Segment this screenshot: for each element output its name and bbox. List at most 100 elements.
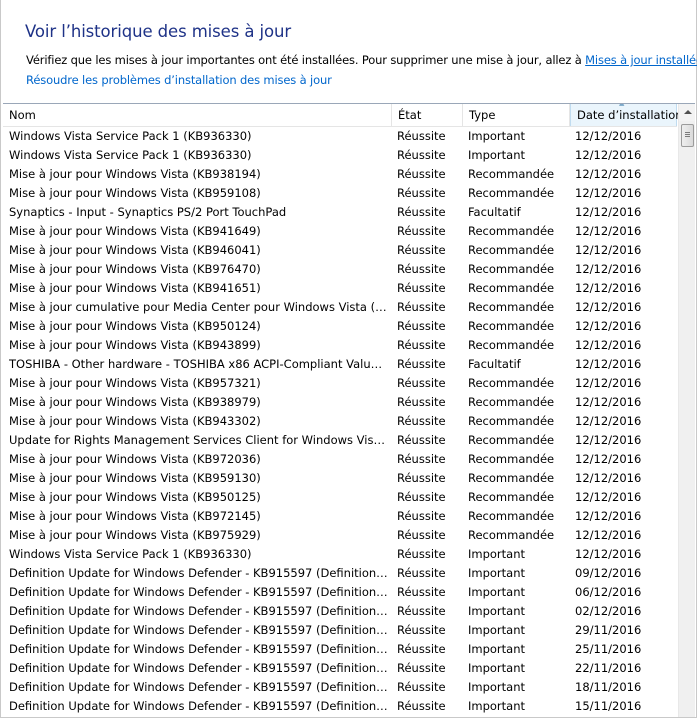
cell-state: Réussite	[397, 129, 446, 143]
table-row[interactable]: Definition Update for Windows Defender -…	[3, 564, 677, 583]
cell-type: Important	[468, 148, 526, 162]
cell-state: Réussite	[397, 319, 446, 333]
update-list: Nom État Type ▲ Date d’installation Wind…	[3, 103, 695, 717]
cell-state: Réussite	[397, 661, 446, 675]
table-row[interactable]: Mise à jour pour Windows Vista (KB943899…	[3, 336, 677, 355]
cell-state: Réussite	[397, 148, 446, 162]
table-row[interactable]: Mise à jour pour Windows Vista (KB975929…	[3, 526, 677, 545]
cell-date: 09/12/2016	[575, 566, 642, 580]
cell-name: Mise à jour pour Windows Vista (KB950125…	[9, 490, 261, 504]
table-row[interactable]: Mise à jour pour Windows Vista (KB957321…	[3, 374, 677, 393]
table-row[interactable]: Mise à jour pour Windows Vista (KB946041…	[3, 241, 677, 260]
cell-state: Réussite	[397, 452, 446, 466]
cell-name: Mise à jour cumulative pour Media Center…	[9, 300, 389, 314]
cell-state: Réussite	[397, 528, 446, 542]
table-row[interactable]: Mise à jour pour Windows Vista (KB976470…	[3, 260, 677, 279]
cell-state: Réussite	[397, 338, 446, 352]
table-row[interactable]: Mise à jour pour Windows Vista (KB938979…	[3, 393, 677, 412]
table-row[interactable]: Definition Update for Windows Defender -…	[3, 640, 677, 659]
cell-name: Synaptics - Input - Synaptics PS/2 Port …	[9, 205, 287, 219]
cell-state: Réussite	[397, 509, 446, 523]
table-row[interactable]: Mise à jour pour Windows Vista (KB959130…	[3, 469, 677, 488]
cell-date: 15/11/2016	[575, 699, 642, 713]
cell-date: 12/12/2016	[575, 547, 642, 561]
cell-type: Recommandée	[468, 262, 555, 276]
table-row[interactable]: Mise à jour cumulative pour Media Center…	[3, 298, 677, 317]
column-header-row: Nom État Type ▲ Date d’installation	[3, 104, 683, 127]
column-header-date[interactable]: ▲ Date d’installation	[570, 104, 683, 126]
table-row[interactable]: Definition Update for Windows Defender -…	[3, 678, 677, 697]
cell-type: Important	[468, 699, 526, 713]
cell-name: Mise à jour pour Windows Vista (KB941651…	[9, 281, 261, 295]
cell-type: Important	[468, 680, 526, 694]
cell-state: Réussite	[397, 414, 446, 428]
table-row[interactable]: Mise à jour pour Windows Vista (KB972145…	[3, 507, 677, 526]
cell-state: Réussite	[397, 585, 446, 599]
cell-state: Réussite	[397, 623, 446, 637]
cell-date: 12/12/2016	[575, 490, 642, 504]
cell-name: Definition Update for Windows Defender -…	[9, 699, 389, 713]
table-row[interactable]: Mise à jour pour Windows Vista (KB972036…	[3, 450, 677, 469]
troubleshoot-link[interactable]: Résoudre les problèmes d’installation de…	[26, 73, 332, 87]
cell-date: 12/12/2016	[575, 205, 642, 219]
cell-name: Windows Vista Service Pack 1 (KB936330)	[9, 129, 252, 143]
table-row[interactable]: Update for Rights Management Services Cl…	[3, 431, 677, 450]
cell-state: Réussite	[397, 490, 446, 504]
cell-state: Réussite	[397, 604, 446, 618]
table-row[interactable]: Windows Vista Service Pack 1 (KB936330) R…	[3, 127, 677, 146]
cell-type: Recommandée	[468, 490, 555, 504]
cell-date: 12/12/2016	[575, 528, 642, 542]
scroll-thumb[interactable]	[681, 124, 694, 147]
cell-date: 12/12/2016	[575, 395, 642, 409]
cell-date: 06/12/2016	[575, 585, 642, 599]
table-row[interactable]: TOSHIBA - Other hardware - TOSHIBA x86 A…	[3, 355, 677, 374]
table-row[interactable]: Mise à jour pour Windows Vista (KB941651…	[3, 279, 677, 298]
installed-updates-link[interactable]: Mises à jour installées	[585, 53, 697, 67]
cell-name: Mise à jour pour Windows Vista (KB946041…	[9, 243, 261, 257]
cell-date: 12/12/2016	[575, 433, 642, 447]
cell-name: Definition Update for Windows Defender -…	[9, 585, 389, 599]
column-header-state[interactable]: État	[392, 104, 463, 126]
table-row[interactable]: Definition Update for Windows Defender -…	[3, 602, 677, 621]
cell-name: Definition Update for Windows Defender -…	[9, 680, 389, 694]
cell-name: Mise à jour pour Windows Vista (KB941649…	[9, 224, 261, 238]
cell-name: Definition Update for Windows Defender -…	[9, 661, 389, 675]
cell-type: Important	[468, 623, 526, 637]
cell-name: Windows Vista Service Pack 1 (KB936330)	[9, 148, 252, 162]
table-row[interactable]: Mise à jour pour Windows Vista (KB943302…	[3, 412, 677, 431]
cell-date: 12/12/2016	[575, 357, 642, 371]
cell-name: Mise à jour pour Windows Vista (KB938194…	[9, 167, 261, 181]
cell-name: Mise à jour pour Windows Vista (KB975929…	[9, 528, 261, 542]
cell-date: 12/12/2016	[575, 376, 642, 390]
cell-date: 12/12/2016	[575, 509, 642, 523]
table-row[interactable]: Mise à jour pour Windows Vista (KB938194…	[3, 165, 677, 184]
table-row[interactable]: Synaptics - Input - Synaptics PS/2 Port …	[3, 203, 677, 222]
cell-date: 12/12/2016	[575, 129, 642, 143]
table-row[interactable]: Mise à jour pour Windows Vista (KB950125…	[3, 488, 677, 507]
vertical-scrollbar[interactable]	[678, 104, 695, 717]
cell-type: Important	[468, 566, 526, 580]
table-row[interactable]: Windows Vista Service Pack 1 (KB936330) R…	[3, 146, 677, 165]
cell-type: Recommandée	[468, 224, 555, 238]
table-row[interactable]: Mise à jour pour Windows Vista (KB959108…	[3, 184, 677, 203]
cell-date: 12/12/2016	[575, 243, 642, 257]
table-row[interactable]: Mise à jour pour Windows Vista (KB941649…	[3, 222, 677, 241]
cell-date: 12/12/2016	[575, 281, 642, 295]
table-row[interactable]: Mise à jour pour Windows Vista (KB950124…	[3, 317, 677, 336]
cell-state: Réussite	[397, 471, 446, 485]
scroll-up-icon[interactable]	[679, 104, 695, 121]
cell-type: Recommandée	[468, 300, 555, 314]
table-row[interactable]: Definition Update for Windows Defender -…	[3, 621, 677, 640]
table-row[interactable]: Windows Vista Service Pack 1 (KB936330) R…	[3, 545, 677, 564]
table-row[interactable]: Definition Update for Windows Defender -…	[3, 583, 677, 602]
table-row[interactable]: Definition Update for Windows Defender -…	[3, 659, 677, 678]
cell-date: 12/12/2016	[575, 338, 642, 352]
cell-name: Definition Update for Windows Defender -…	[9, 566, 389, 580]
cell-name: Mise à jour pour Windows Vista (KB976470…	[9, 262, 261, 276]
column-header-name[interactable]: Nom	[3, 104, 392, 126]
table-row[interactable]: Definition Update for Windows Defender -…	[3, 697, 677, 716]
column-header-type[interactable]: Type	[463, 104, 570, 126]
cell-name: TOSHIBA - Other hardware - TOSHIBA x86 A…	[9, 357, 389, 371]
cell-type: Recommandée	[468, 414, 555, 428]
cell-date: 12/12/2016	[575, 148, 642, 162]
